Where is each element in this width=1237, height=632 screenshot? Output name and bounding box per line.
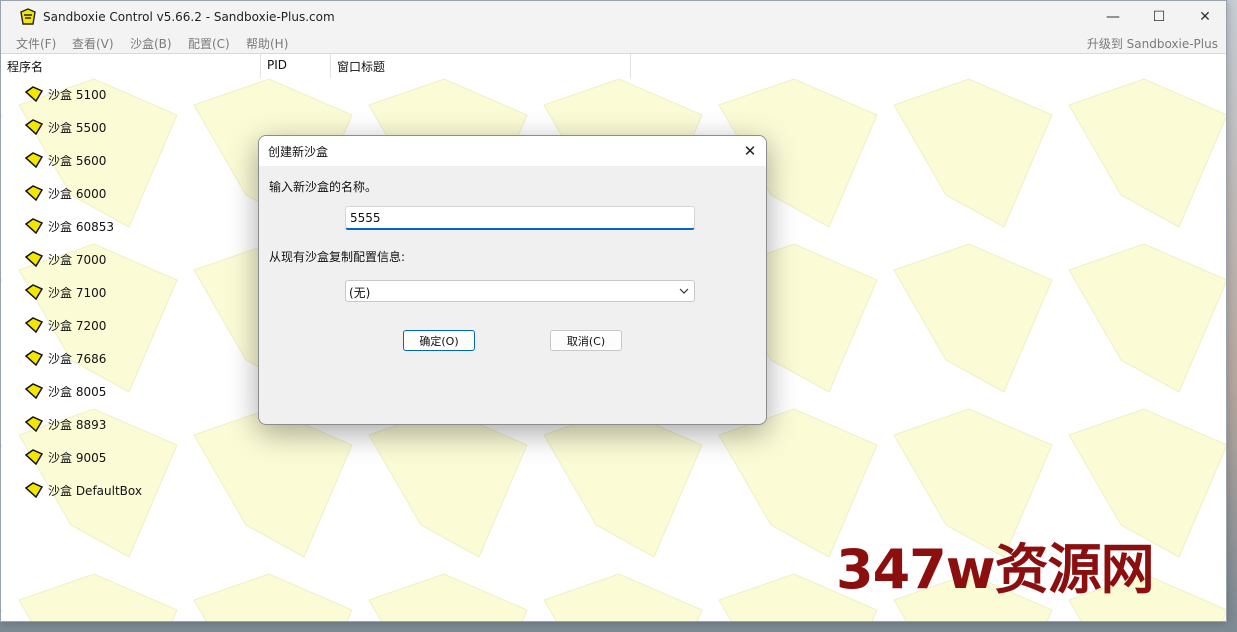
menu-sandbox[interactable]: 沙盒(B) <box>130 35 172 52</box>
column-divider[interactable] <box>330 54 331 78</box>
sandbox-label: 沙盒 DefaultBox <box>48 483 142 498</box>
sandbox-icon <box>25 416 43 432</box>
sandbox-icon <box>25 383 43 399</box>
sandbox-label: 沙盒 7100 <box>48 285 107 300</box>
sandbox-icon <box>25 218 43 234</box>
sandbox-item[interactable]: 沙盒 60853 <box>25 216 114 236</box>
sandboxie-app-icon <box>20 8 36 25</box>
title-bar: Sandboxie Control v5.66.2 - Sandboxie-Pl… <box>1 1 1226 33</box>
column-program-name[interactable]: 程序名 <box>7 58 43 75</box>
sandbox-name-input[interactable] <box>345 206 695 230</box>
chevron-down-icon <box>679 288 689 294</box>
sandbox-item[interactable]: 沙盒 7200 <box>25 315 106 335</box>
column-divider[interactable] <box>630 54 631 78</box>
sandbox-label: 沙盒 7686 <box>48 351 107 366</box>
sandbox-label: 沙盒 5600 <box>48 153 107 168</box>
menu-help[interactable]: 帮助(H) <box>246 35 288 52</box>
copy-from-sandbox-select[interactable]: (无) <box>345 280 695 302</box>
sandbox-icon <box>25 482 43 498</box>
sandbox-icon <box>25 350 43 366</box>
menu-bar: 文件(F) 查看(V) 沙盒(B) 配置(C) 帮助(H) 升级到 Sandbo… <box>1 33 1226 53</box>
sandbox-item[interactable]: 沙盒 5100 <box>25 84 106 104</box>
dialog-title-bar: 创建新沙盒 ✕ <box>259 136 766 166</box>
copy-config-label: 从现有沙盒复制配置信息: <box>269 250 406 264</box>
sandbox-icon <box>25 86 43 102</box>
sandbox-item[interactable]: 沙盒 5500 <box>25 117 106 137</box>
sandbox-icon <box>25 449 43 465</box>
cancel-button[interactable]: 取消(C) <box>550 330 622 351</box>
copy-from-selected-value: (无) <box>349 286 371 300</box>
sandbox-icon <box>25 119 43 135</box>
sandbox-label: 沙盒 5100 <box>48 87 107 102</box>
menu-view[interactable]: 查看(V) <box>72 35 114 52</box>
sandbox-label: 沙盒 9005 <box>48 450 107 465</box>
sandbox-item[interactable]: 沙盒 7100 <box>25 282 106 302</box>
sandbox-item[interactable]: 沙盒 7686 <box>25 348 106 368</box>
sandbox-icon <box>25 152 43 168</box>
sandbox-icon <box>25 284 43 300</box>
sandbox-label: 沙盒 8893 <box>48 417 107 432</box>
column-header-row: 程序名 PID 窗口标题 <box>1 53 1226 78</box>
sandbox-label: 沙盒 6000 <box>48 186 107 201</box>
menu-file[interactable]: 文件(F) <box>16 35 56 52</box>
sandbox-item[interactable]: 沙盒 DefaultBox <box>25 480 142 500</box>
sandbox-icon <box>25 317 43 333</box>
sandbox-label: 沙盒 8005 <box>48 384 107 399</box>
sandbox-item[interactable]: 沙盒 7000 <box>25 249 106 269</box>
column-pid[interactable]: PID <box>267 58 287 72</box>
window-title: Sandboxie Control v5.66.2 - Sandboxie-Pl… <box>43 10 335 24</box>
sandbox-item[interactable]: 沙盒 8005 <box>25 381 106 401</box>
site-watermark: 347w资源网 <box>836 538 1155 601</box>
dialog-close-button[interactable]: ✕ <box>734 136 766 166</box>
close-button[interactable]: ✕ <box>1182 1 1226 33</box>
minimize-button[interactable]: — <box>1090 1 1136 33</box>
maximize-button[interactable]: ☐ <box>1136 1 1182 33</box>
create-sandbox-dialog: 创建新沙盒 ✕ 输入新沙盒的名称。 从现有沙盒复制配置信息: (无) 确定(O)… <box>258 135 767 425</box>
sandbox-item[interactable]: 沙盒 5600 <box>25 150 106 170</box>
menu-configure[interactable]: 配置(C) <box>188 35 230 52</box>
column-window-title[interactable]: 窗口标题 <box>337 58 385 75</box>
sandbox-label: 沙盒 5500 <box>48 120 107 135</box>
sandbox-item[interactable]: 沙盒 6000 <box>25 183 106 203</box>
sandbox-label: 沙盒 7000 <box>48 252 107 267</box>
sandbox-icon <box>25 251 43 267</box>
dialog-title: 创建新沙盒 <box>268 145 329 159</box>
sandbox-item[interactable]: 沙盒 8893 <box>25 414 106 434</box>
sandbox-icon <box>25 185 43 201</box>
sandbox-label: 沙盒 60853 <box>48 219 114 234</box>
ok-button[interactable]: 确定(O) <box>403 330 475 351</box>
sandbox-label: 沙盒 7200 <box>48 318 107 333</box>
upgrade-link[interactable]: 升级到 Sandboxie-Plus <box>1087 35 1218 52</box>
sandbox-name-label: 输入新沙盒的名称。 <box>269 180 378 194</box>
column-divider[interactable] <box>260 54 261 78</box>
sandbox-item[interactable]: 沙盒 9005 <box>25 447 106 467</box>
